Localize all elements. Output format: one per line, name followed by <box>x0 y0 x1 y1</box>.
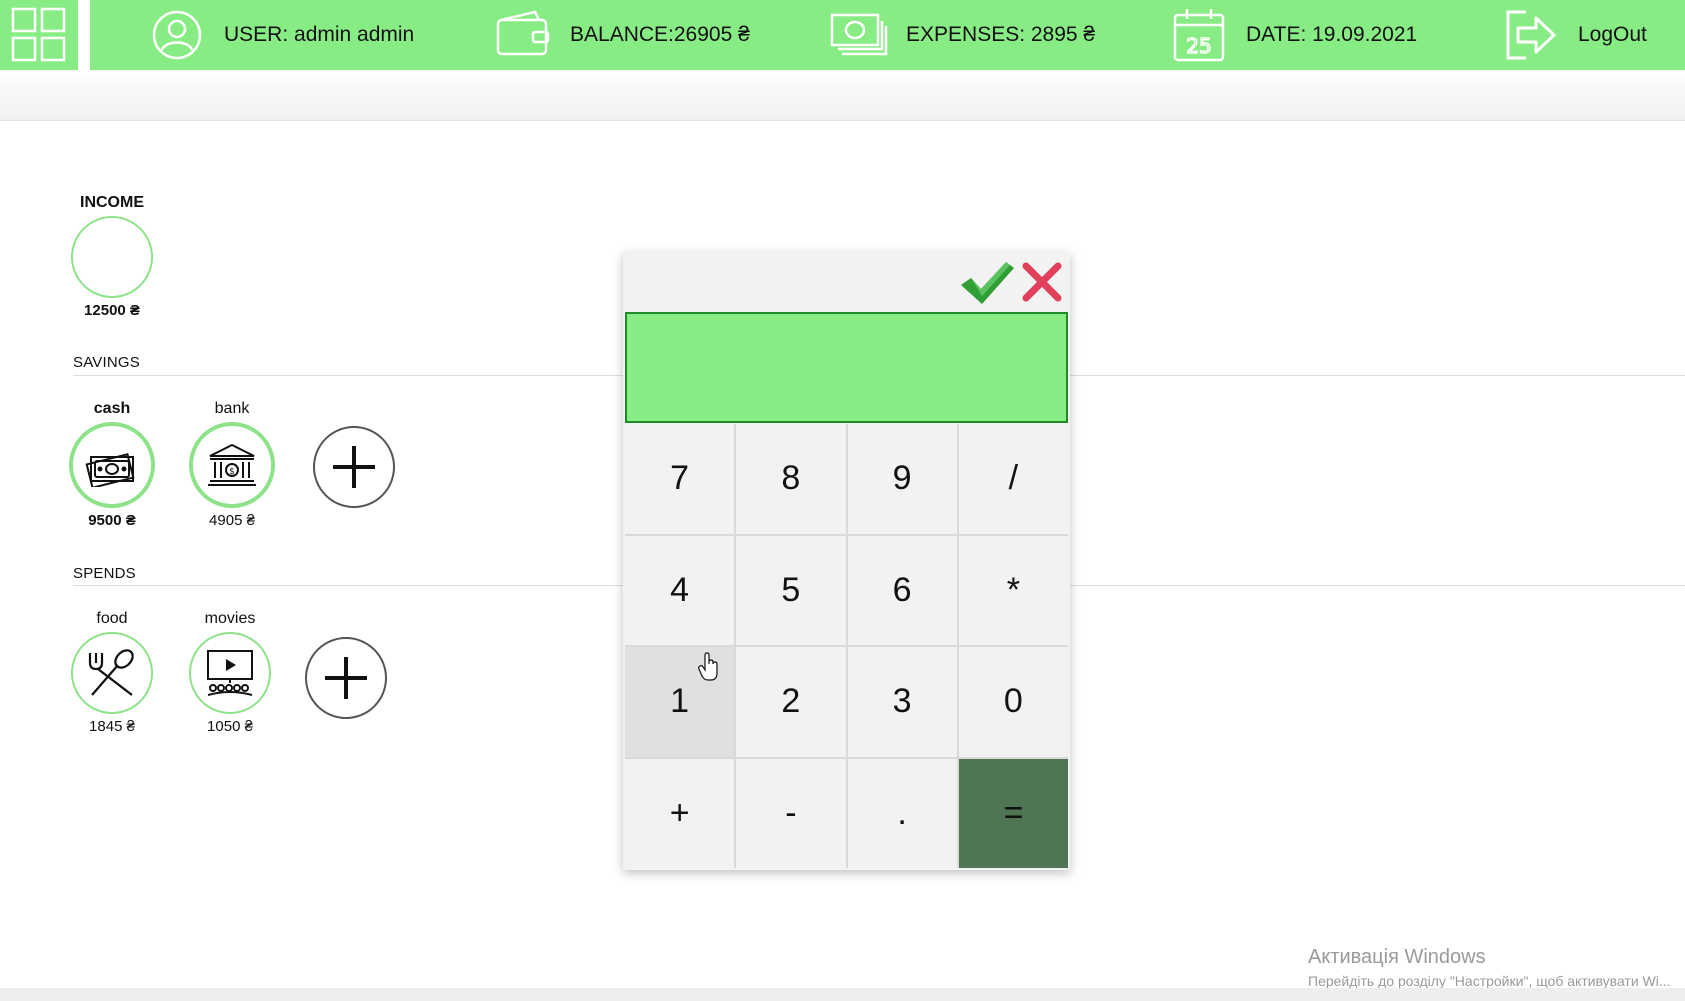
wallet-icon <box>494 6 552 64</box>
top-bar: USER: admin admin BALANCE:26905 ₴ EXPENS… <box>0 0 1685 70</box>
key-2[interactable]: 2 <box>736 647 846 757</box>
savings-title: SAVINGS <box>73 354 140 371</box>
calculator-display[interactable] <box>625 312 1068 423</box>
expenses-label: EXPENSES: 2895 ₴ <box>906 23 1096 46</box>
savings-item-amount: 9500 ₴ <box>88 512 136 529</box>
cinema-icon[interactable] <box>189 632 271 714</box>
logout-label: LogOut <box>1578 23 1647 46</box>
key-4[interactable]: 4 <box>625 535 735 645</box>
key-equals[interactable]: = <box>958 758 1068 868</box>
spends-item-movies[interactable]: movies 1050 ₴ <box>170 609 290 735</box>
key-9[interactable]: 9 <box>847 424 957 534</box>
balance-label: BALANCE:26905 ₴ <box>570 23 750 46</box>
bank-icon[interactable]: $ <box>189 422 275 508</box>
savings-item-bank[interactable]: bank $ 4905 ₴ <box>172 399 292 529</box>
windows-activation-watermark: Активація Windows Перейдіть до розділу "… <box>1308 946 1671 989</box>
add-saving-button[interactable] <box>313 426 395 508</box>
cash-icon[interactable] <box>69 422 155 508</box>
income-title: INCOME <box>80 194 144 211</box>
savings-item-label: cash <box>93 400 131 417</box>
calculator-toolbar <box>623 252 1070 312</box>
plus-icon <box>333 446 375 488</box>
key-divide[interactable]: / <box>958 424 1068 534</box>
savings-item-label: bank <box>214 400 250 417</box>
key-minus[interactable]: - <box>736 758 846 868</box>
key-3[interactable]: 3 <box>847 647 957 757</box>
user-info: USER: admin admin <box>148 0 414 70</box>
key-6[interactable]: 6 <box>847 535 957 645</box>
key-plus[interactable]: + <box>625 758 735 868</box>
calculator-keypad: 7 8 9 / 4 5 6 * 1 2 3 0 + - . = <box>625 424 1068 868</box>
spends-item-amount: 1050 ₴ <box>207 718 253 735</box>
spends-item-label: movies <box>204 610 256 627</box>
svg-text:$: $ <box>229 467 235 477</box>
add-spend-button[interactable] <box>305 637 387 719</box>
key-multiply[interactable]: * <box>958 535 1068 645</box>
page: USER: admin admin BALANCE:26905 ₴ EXPENS… <box>0 0 1685 1001</box>
spends-item-label: food <box>96 610 128 627</box>
cancel-close-icon[interactable] <box>1020 260 1064 304</box>
calendar-icon: 25 <box>1170 6 1228 64</box>
money-icon <box>830 6 888 64</box>
key-decimal[interactable]: . <box>847 758 957 868</box>
watermark-title: Активація Windows <box>1308 946 1486 968</box>
svg-text:25: 25 <box>1186 34 1211 58</box>
bottom-bar <box>0 988 1685 1001</box>
hand-cursor-icon <box>698 652 718 681</box>
key-0[interactable]: 0 <box>958 647 1068 757</box>
savings-item-cash[interactable]: cash 9500 ₴ <box>52 399 172 529</box>
menu-grid-button[interactable] <box>0 0 90 70</box>
income-amount: 12500 ₴ <box>84 302 140 319</box>
logout-icon <box>1502 6 1560 64</box>
user-label: USER: admin admin <box>224 23 415 46</box>
user-icon <box>148 6 206 64</box>
sub-header-bar <box>0 70 1685 121</box>
date-label: DATE: 19.09.2021 <box>1246 23 1418 46</box>
spends-title: SPENDS <box>73 565 136 582</box>
expenses-info: EXPENSES: 2895 ₴ <box>830 0 1095 70</box>
calculator-modal: 7 8 9 / 4 5 6 * 1 2 3 0 + - . = <box>623 252 1070 870</box>
date-info: 25 DATE: 19.09.2021 <box>1170 0 1417 70</box>
income-circle[interactable] <box>71 216 153 298</box>
fork-spoon-icon[interactable] <box>71 632 153 714</box>
plus-icon <box>325 657 367 699</box>
logout-button[interactable]: LogOut <box>1502 0 1647 70</box>
grid-icon <box>11 7 66 62</box>
balance-info: BALANCE:26905 ₴ <box>494 0 750 70</box>
confirm-check-icon[interactable] <box>958 258 1016 308</box>
income-category[interactable]: INCOME 12500 ₴ <box>52 193 172 319</box>
watermark-subtitle: Перейдіть до розділу "Настройки", щоб ак… <box>1308 973 1671 989</box>
key-5[interactable]: 5 <box>736 535 846 645</box>
spends-item-amount: 1845 ₴ <box>89 718 135 735</box>
key-7[interactable]: 7 <box>625 424 735 534</box>
key-8[interactable]: 8 <box>736 424 846 534</box>
savings-item-amount: 4905 ₴ <box>209 512 255 529</box>
spends-item-food[interactable]: food 1845 ₴ <box>52 609 172 735</box>
